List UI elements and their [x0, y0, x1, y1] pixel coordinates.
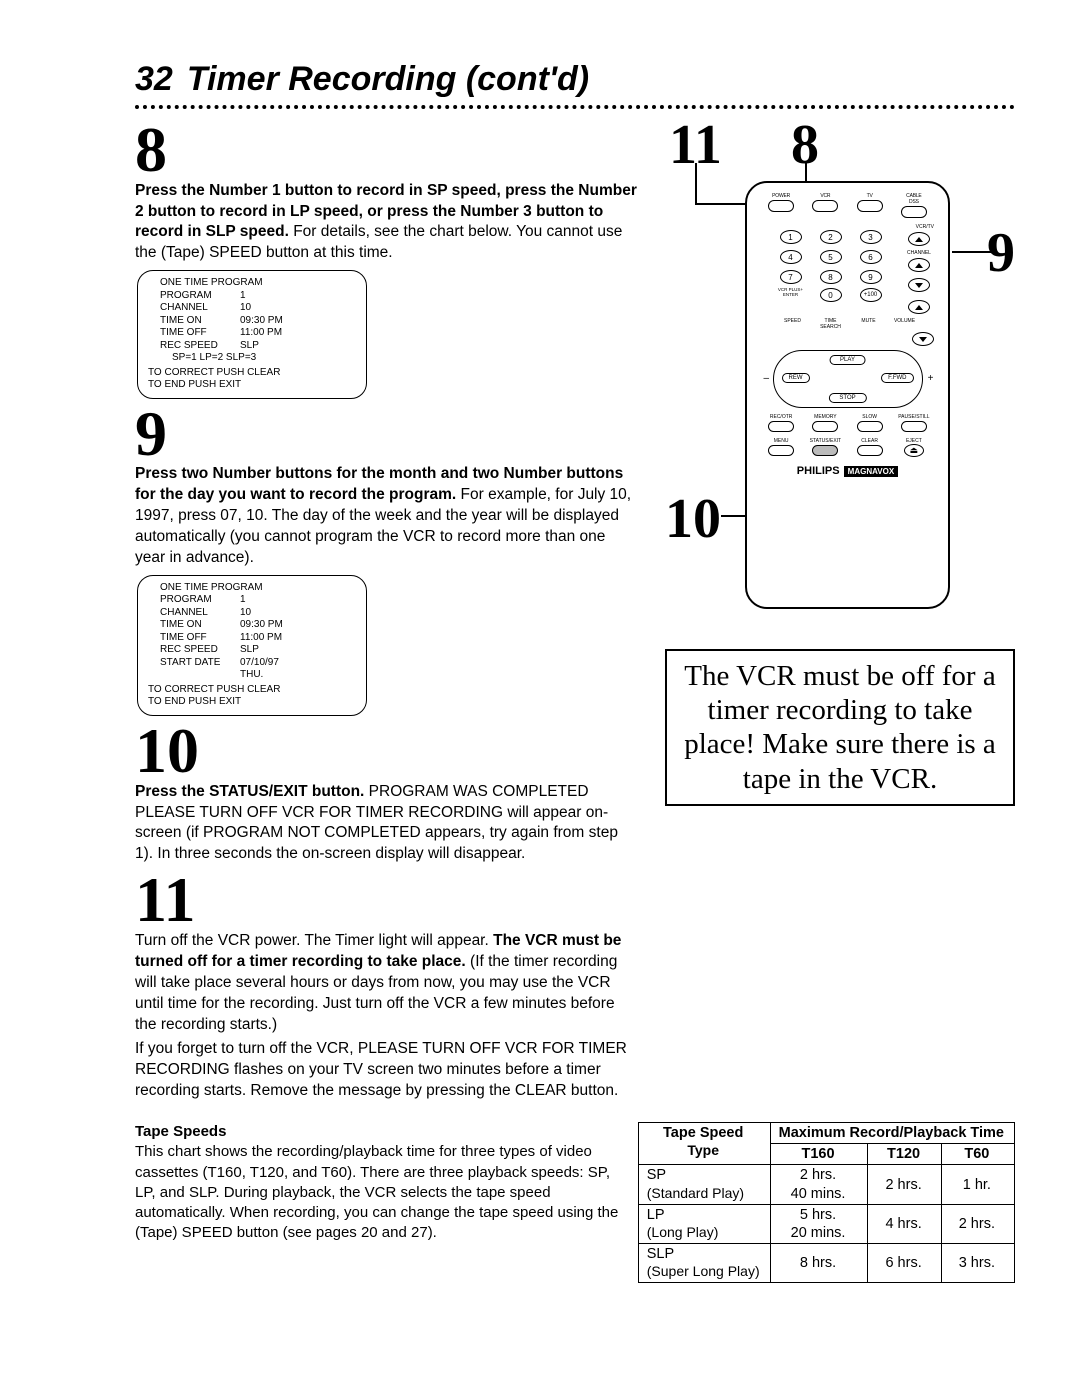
step-9-number: 9 [135, 405, 637, 463]
number-0-button[interactable]: 0 [820, 288, 842, 302]
memory-button[interactable] [812, 421, 838, 432]
status-exit-button[interactable] [812, 445, 838, 456]
table-row: SLP(Super Long Play) 8 hrs. 6 hrs. 3 hrs… [638, 1243, 1014, 1282]
step-11-number: 11 [135, 871, 637, 929]
osd-screen-2: ONE TIME PROGRAM PROGRAM1 CHANNEL10 TIME… [137, 575, 367, 716]
play-button[interactable]: PLAY [829, 355, 866, 365]
number-8-button[interactable]: 8 [820, 270, 842, 284]
eject-button[interactable]: ⏏ [904, 444, 924, 457]
number-9-button[interactable]: 9 [860, 270, 882, 284]
number-3-button[interactable]: 3 [860, 230, 882, 244]
transport-ring: – + PLAY REW F.FWD STOP [773, 350, 923, 408]
tape-speeds-section: Tape Speeds This chart shows the recordi… [135, 1122, 1015, 1283]
step-10: 10 Press the STATUS/EXIT button. PROGRAM… [135, 722, 637, 865]
page-title: 32 Timer Recording (cont'd) [135, 60, 1015, 99]
stop-button[interactable]: STOP [828, 393, 866, 403]
number-5-button[interactable]: 5 [820, 250, 842, 264]
step-10-bold: Press the STATUS/EXIT button. [135, 783, 364, 800]
table-row: LP(Long Play) 5 hrs.20 mins. 4 hrs. 2 hr… [638, 1204, 1014, 1243]
brand-label: PHILIPS MAGNAVOX [759, 465, 936, 477]
title-divider [135, 105, 1015, 109]
tape-speeds-table: Tape SpeedType Maximum Record/Playback T… [638, 1122, 1015, 1283]
step-8-number: 8 [135, 121, 637, 179]
number-2-button[interactable]: 2 [820, 230, 842, 244]
rec-otr-button[interactable] [768, 421, 794, 432]
channel-up-button[interactable] [908, 258, 930, 272]
vcr-button[interactable] [812, 200, 838, 212]
rewind-button[interactable]: REW [782, 373, 810, 383]
volume-down-button[interactable] [912, 332, 934, 346]
speeds-text: This chart shows the recording/playback … [135, 1143, 618, 1241]
channel-down-button[interactable] [908, 278, 930, 292]
step-10-number: 10 [135, 722, 637, 780]
pause-still-button[interactable] [901, 421, 927, 432]
tv-button[interactable] [857, 200, 883, 212]
callout-10: 10 [665, 491, 721, 547]
warning-box: The VCR must be off for a timer recordin… [665, 649, 1015, 806]
vcrtv-up-button[interactable] [908, 232, 930, 246]
warning-text: The VCR must be off for a timer recordin… [684, 660, 996, 795]
clear-button[interactable] [857, 445, 883, 456]
step-8: 8 Press the Number 1 button to record in… [135, 121, 637, 264]
remote-control: POWER VCR TV CABLE DSS VCR/TV 1 2 3 4 5 [745, 181, 950, 609]
page-number: 32 [135, 60, 173, 98]
fast-forward-button[interactable]: F.FWD [881, 373, 913, 383]
remote-diagram: 11 8 9 10 POWER VCR TV CABLE DSS VCR/TV [665, 115, 1015, 635]
number-4-button[interactable]: 4 [780, 250, 802, 264]
table-row: SP(Standard Play) 2 hrs.40 mins. 2 hrs. … [638, 1165, 1014, 1204]
power-button[interactable] [768, 200, 794, 212]
plus-100-button[interactable]: +100 [860, 288, 882, 302]
step-11-pre: Turn off the VCR power. The Timer light … [135, 932, 493, 949]
up-button[interactable] [908, 300, 930, 314]
callout-9: 9 [987, 225, 1015, 281]
cable-dss-button[interactable] [901, 206, 927, 218]
slow-button[interactable] [857, 421, 883, 432]
step-11: 11 Turn off the VCR power. The Timer lig… [135, 871, 637, 1102]
osd1-title: ONE TIME PROGRAM [160, 277, 356, 290]
step-11-rest2: If you forget to turn off the VCR, PLEAS… [135, 1039, 637, 1102]
number-7-button[interactable]: 7 [780, 270, 802, 284]
minus-icon: – [764, 373, 770, 384]
speeds-heading: Tape Speeds [135, 1123, 226, 1140]
osd-screen-1: ONE TIME PROGRAM PROGRAM1 CHANNEL10 TIME… [137, 270, 367, 399]
plus-icon: + [928, 373, 934, 384]
menu-button[interactable] [768, 445, 794, 456]
number-6-button[interactable]: 6 [860, 250, 882, 264]
step-9: 9 Press two Number buttons for the month… [135, 405, 637, 569]
page-heading: Timer Recording (cont'd) [187, 60, 589, 98]
number-1-button[interactable]: 1 [780, 230, 802, 244]
